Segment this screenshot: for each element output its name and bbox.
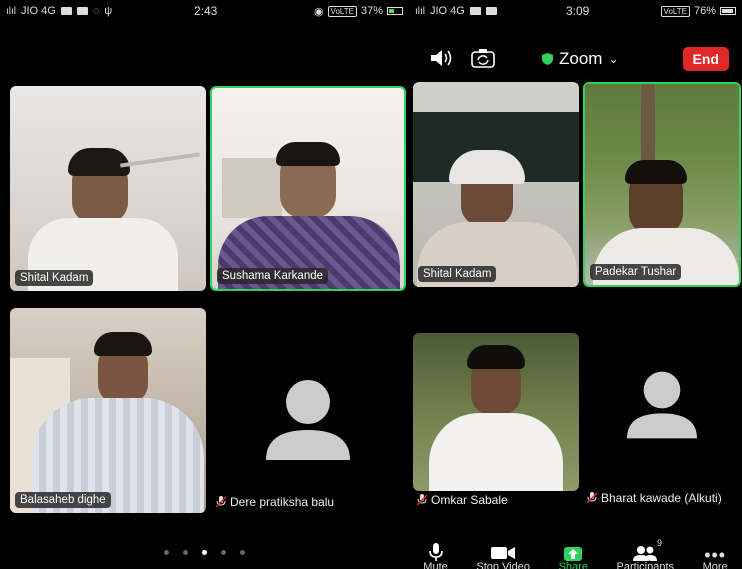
chevron-down-icon: ⌄ bbox=[608, 52, 619, 66]
mic-muted-icon bbox=[417, 494, 427, 506]
participant-name: Shital Kadam bbox=[15, 270, 94, 286]
participant-name: Sushama Karkande bbox=[217, 268, 329, 284]
stop-video-label: Stop Video bbox=[476, 561, 530, 569]
status-bar: ılıl JIO 4G 3:09 VoLTE 76% bbox=[409, 0, 742, 22]
more-button[interactable]: ••• More bbox=[703, 537, 728, 569]
participant-tile[interactable]: Shital Kadam bbox=[413, 82, 579, 287]
avatar-placeholder-icon bbox=[627, 371, 697, 439]
participant-tile[interactable] bbox=[413, 333, 579, 491]
page-dot-current[interactable] bbox=[202, 550, 207, 555]
stop-video-button[interactable]: Stop Video bbox=[476, 537, 530, 569]
usb-icon: ψ bbox=[104, 5, 113, 17]
notification-icon bbox=[60, 7, 72, 15]
page-indicator[interactable] bbox=[0, 550, 409, 555]
video-notification-icon bbox=[469, 7, 481, 15]
carrier-label: JIO 4G bbox=[21, 5, 56, 17]
mic-muted-icon bbox=[587, 492, 597, 504]
more-label: More bbox=[702, 561, 728, 569]
participant-name: Padekar Tushar bbox=[590, 264, 682, 280]
share-arrow-icon bbox=[564, 547, 583, 561]
meeting-info-dropdown[interactable]: Zoom ⌄ bbox=[542, 49, 619, 69]
battery-percent: 76% bbox=[693, 5, 716, 17]
page-dot[interactable] bbox=[221, 550, 226, 555]
participant-name-row: Dere pratiksha balu bbox=[216, 495, 334, 509]
background-shelf bbox=[222, 158, 282, 218]
participant-hair bbox=[276, 142, 340, 166]
participant-name-row: Bharat kawade (Alkuti) bbox=[587, 491, 722, 505]
signal-icon: ılıl bbox=[6, 5, 16, 17]
end-meeting-button[interactable]: End bbox=[682, 47, 729, 71]
whatsapp-icon: ◌ bbox=[92, 5, 100, 17]
clock: 2:43 bbox=[194, 4, 218, 18]
participants-label: Participants bbox=[616, 561, 675, 569]
encryption-shield-icon bbox=[542, 53, 553, 65]
page-dot[interactable] bbox=[240, 550, 245, 555]
notification-icon bbox=[485, 7, 497, 15]
participant-name: Bharat kawade (Alkuti) bbox=[601, 491, 722, 505]
participant-name: Dere pratiksha balu bbox=[230, 495, 335, 509]
meeting-title: Zoom bbox=[559, 49, 603, 68]
mute-button[interactable]: Mute bbox=[423, 537, 448, 569]
mute-label: Mute bbox=[423, 561, 448, 569]
battery-icon bbox=[720, 7, 736, 15]
avatar-placeholder-icon bbox=[266, 380, 350, 460]
carrier-label: JIO 4G bbox=[430, 5, 465, 17]
left-screenshot: ılıl JIO 4G ◌ ψ 2:43 ◉ VoLTE 37% Shital … bbox=[0, 0, 409, 569]
participant-hair bbox=[467, 345, 525, 369]
meeting-toolbar: Mute Stop Video Share 9 Participants •••… bbox=[409, 537, 742, 569]
participant-tile-active-speaker[interactable]: Sushama Karkande bbox=[210, 86, 406, 291]
participant-tile[interactable]: Shital Kadam bbox=[10, 86, 206, 291]
participant-name: Balasaheb dighe bbox=[15, 492, 111, 508]
microphone-icon bbox=[428, 543, 443, 561]
volte-badge: VoLTE bbox=[327, 5, 357, 17]
volte-badge: VoLTE bbox=[660, 5, 690, 17]
participant-tile-no-video[interactable]: Dere pratiksha balu bbox=[210, 308, 406, 513]
share-label: Share bbox=[558, 561, 588, 569]
clock: 3:09 bbox=[566, 4, 590, 18]
page-dot[interactable] bbox=[183, 550, 188, 555]
more-dots-icon: ••• bbox=[704, 545, 727, 565]
status-bar: ılıl JIO 4G ◌ ψ 2:43 ◉ VoLTE 37% bbox=[0, 0, 409, 22]
participants-count-badge: 9 bbox=[657, 538, 663, 548]
page-dot[interactable] bbox=[164, 550, 169, 555]
participant-tile-no-video[interactable]: Bharat kawade (Alkuti) bbox=[583, 333, 741, 513]
mic-muted-icon bbox=[216, 496, 226, 508]
participant-name-row: Omkar Sabale bbox=[417, 493, 508, 507]
video-camera-icon bbox=[491, 547, 516, 559]
participants-button[interactable]: 9 Participants bbox=[617, 537, 674, 569]
signal-icon: ılıl bbox=[415, 5, 425, 17]
participant-tile[interactable]: Balasaheb dighe bbox=[10, 308, 206, 513]
right-screenshot: ılıl JIO 4G 3:09 VoLTE 76% Zoom ⌄ End Sh… bbox=[409, 0, 742, 569]
participants-icon bbox=[633, 546, 658, 561]
switch-camera-icon[interactable] bbox=[471, 48, 495, 68]
video-notification-icon bbox=[76, 7, 88, 15]
participant-tile-active-speaker[interactable]: Padekar Tushar bbox=[583, 82, 741, 287]
meeting-topbar: Zoom ⌄ End bbox=[409, 44, 742, 76]
eye-icon: ◉ bbox=[313, 5, 324, 18]
battery-percent: 37% bbox=[360, 5, 383, 17]
participant-name: Omkar Sabale bbox=[431, 493, 508, 507]
participant-hair bbox=[625, 160, 687, 184]
speaker-icon[interactable] bbox=[429, 48, 455, 68]
participant-shirt bbox=[429, 413, 563, 491]
share-button[interactable]: Share bbox=[559, 537, 588, 569]
participant-hair bbox=[68, 148, 130, 176]
participant-hair bbox=[94, 332, 152, 356]
participant-name: Shital Kadam bbox=[418, 266, 497, 282]
battery-icon bbox=[387, 7, 403, 15]
